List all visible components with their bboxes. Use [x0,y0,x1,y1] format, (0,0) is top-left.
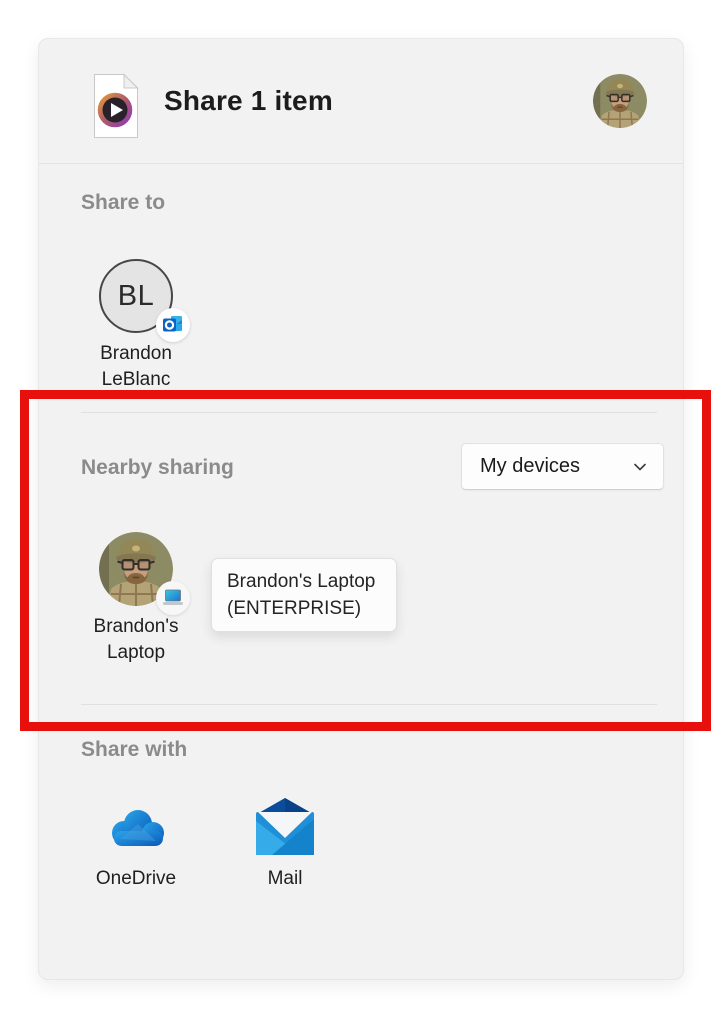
share-dialog-card: Share 1 item Share to BL [38,38,684,980]
device-filter-value: My devices [480,455,580,478]
dialog-header: Share 1 item [39,39,683,164]
device-filter-dropdown[interactable]: My devices [461,443,664,490]
nearby-sharing-label: Nearby sharing [81,456,234,480]
app-name: Mail [225,866,345,892]
page-title: Share 1 item [164,85,333,117]
mail-icon [225,796,345,858]
app-name: OneDrive [76,866,196,892]
media-file-icon [93,73,139,139]
outlook-icon [156,308,190,342]
app-tile-mail[interactable]: Mail [225,796,345,892]
share-to-label: Share to [81,191,165,215]
device-tile-brandons-laptop[interactable]: Brandon's Laptop [76,532,196,666]
laptop-icon [156,581,190,615]
contact-tile-brandon-leblanc[interactable]: BL Brandon LeBlanc [76,259,196,393]
device-name: Brandon's Laptop [76,614,196,666]
device-tooltip: Brandon's Laptop (ENTERPRISE) [211,558,397,632]
contact-name: Brandon LeBlanc [76,341,196,393]
account-avatar[interactable] [593,74,647,128]
onedrive-icon [76,796,196,858]
share-dialog-page: Share 1 item Share to BL [0,0,722,1024]
section-divider [81,704,657,705]
section-divider [81,412,657,413]
share-with-label: Share with [81,738,187,762]
app-tile-onedrive[interactable]: OneDrive [76,796,196,892]
chevron-down-icon [633,462,647,472]
